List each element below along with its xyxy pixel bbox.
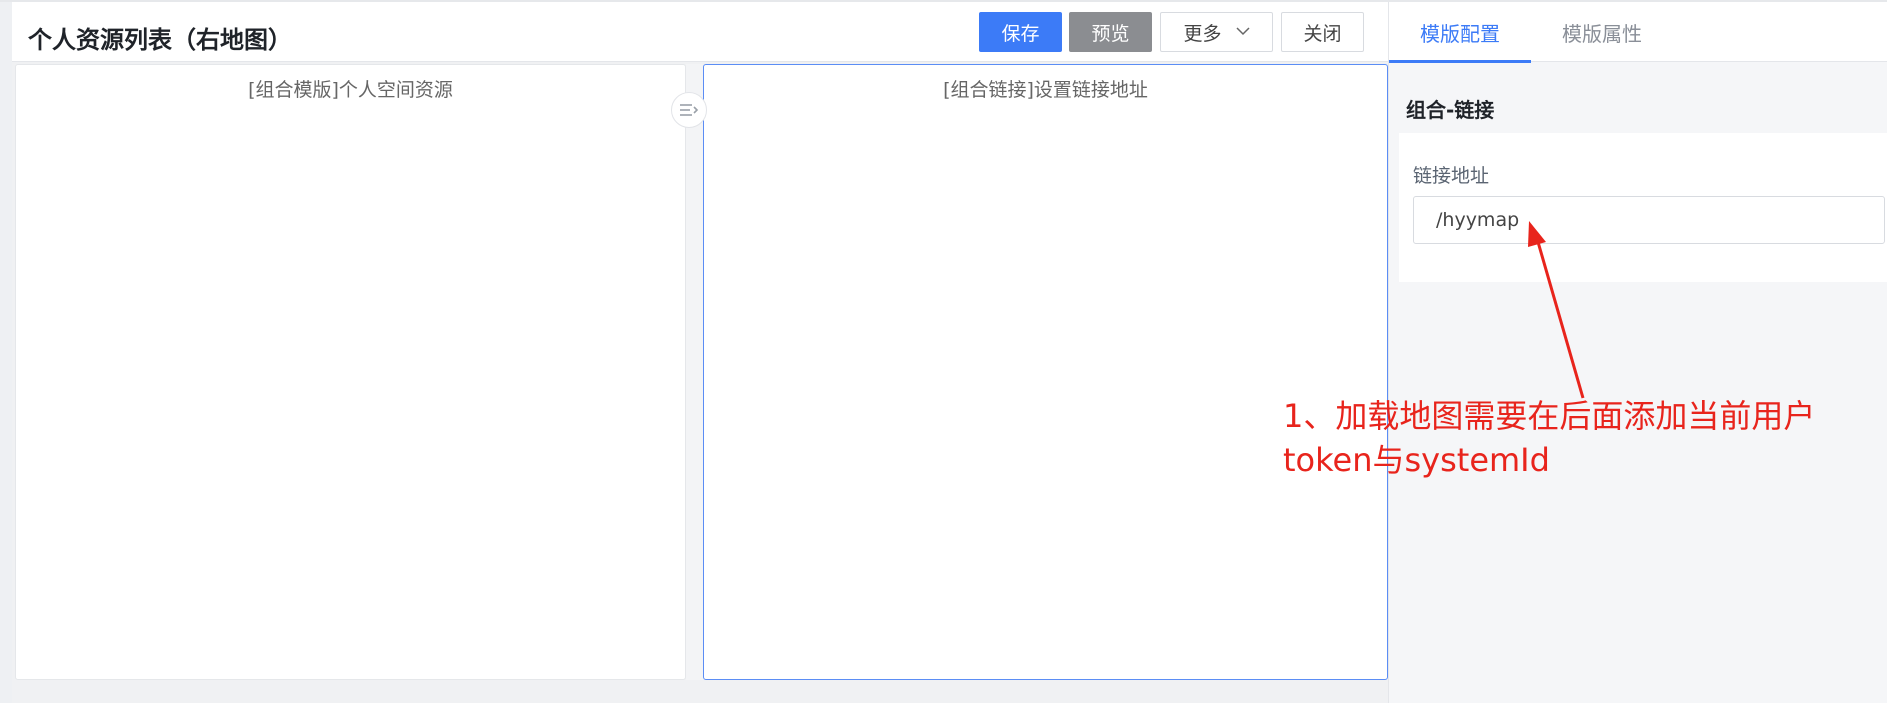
config-sidebar: 模版配置 模版属性 组合-链接 链接地址 xyxy=(1388,2,1887,703)
left-template-panel[interactable]: [组合模版]个人空间资源 xyxy=(15,64,686,680)
close-button[interactable]: 关闭 xyxy=(1281,12,1364,52)
left-panel-title: [组合模版]个人空间资源 xyxy=(248,79,453,101)
annotation-line-1: 1、加载地图需要在后面添加当前用户 xyxy=(1283,397,1816,435)
annotation-note: 1、加载地图需要在后面添加当前用户 token与systemId xyxy=(1283,394,1815,482)
sidebar-tabs: 模版配置 模版属性 xyxy=(1389,2,1887,63)
right-link-panel[interactable]: [组合链接]设置链接地址 xyxy=(703,64,1388,680)
preview-button[interactable]: 预览 xyxy=(1069,12,1152,52)
tab-template-properties[interactable]: 模版属性 xyxy=(1531,2,1673,62)
panel-divider xyxy=(686,64,703,680)
more-button[interactable]: 更多 xyxy=(1160,12,1273,52)
link-form-card: 链接地址 xyxy=(1399,133,1887,282)
editor-header: 个人资源列表（右地图） 保存 预览 更多 关闭 xyxy=(12,2,1388,62)
editor-area: 个人资源列表（右地图） 保存 预览 更多 关闭 [组合模版]个人空间资源 [组合… xyxy=(0,2,1388,703)
page-title: 个人资源列表（右地图） xyxy=(28,26,292,54)
left-strip xyxy=(0,2,12,703)
save-button[interactable]: 保存 xyxy=(979,12,1062,52)
section-title: 组合-链接 xyxy=(1406,98,1495,122)
tab-template-config[interactable]: 模版配置 xyxy=(1389,2,1531,63)
collapse-toggle-icon[interactable] xyxy=(671,92,707,128)
annotation-line-2: token与systemId xyxy=(1283,441,1550,479)
link-address-label: 链接地址 xyxy=(1413,165,1490,187)
right-panel-title: [组合链接]设置链接地址 xyxy=(943,79,1148,101)
more-button-label: 更多 xyxy=(1183,22,1222,45)
link-address-input[interactable] xyxy=(1413,196,1885,244)
chevron-down-icon xyxy=(1235,24,1250,40)
